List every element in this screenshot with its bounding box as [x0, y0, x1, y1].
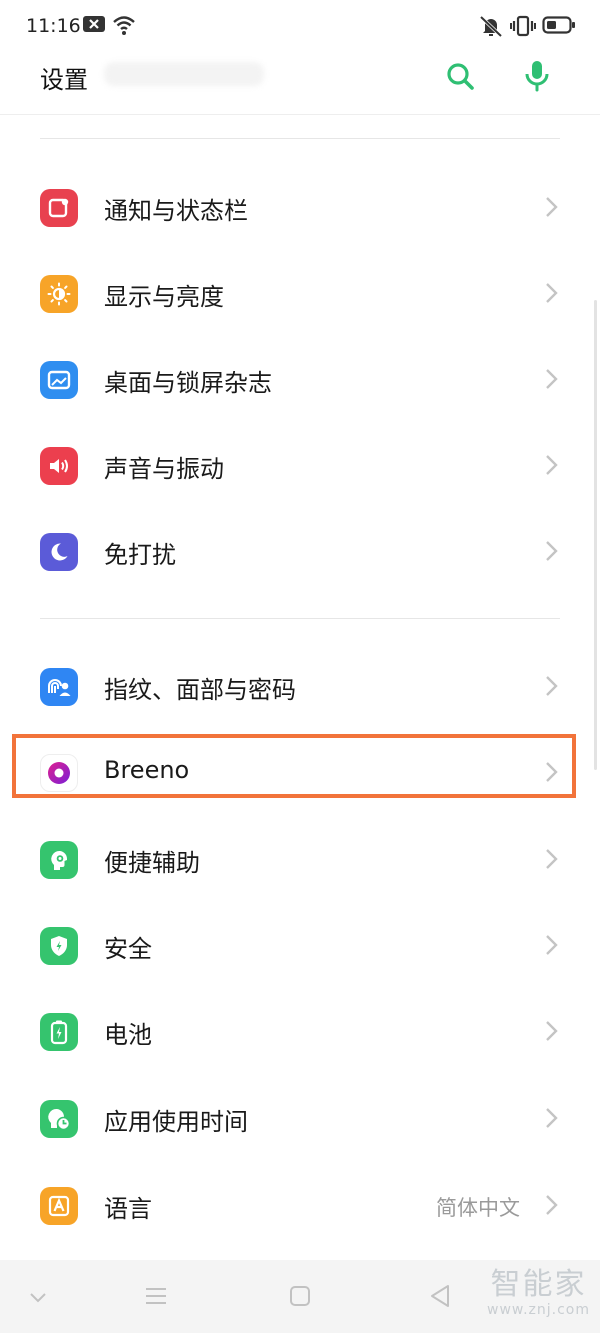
settings-item-notification[interactable]: 通知与状态栏 — [0, 164, 600, 250]
mute-icon — [478, 14, 504, 42]
nav-home-button[interactable] — [282, 1280, 318, 1316]
back-icon — [429, 1284, 451, 1312]
moon-icon — [40, 533, 78, 571]
language-value: 简体中文 — [436, 1196, 520, 1220]
speaker-icon — [40, 447, 78, 485]
chevron-right-icon — [540, 368, 562, 390]
settings-item-wallpaper[interactable]: 桌面与锁屏杂志 — [0, 336, 600, 422]
settings-item-label: 安全 — [104, 935, 152, 963]
search-icon — [445, 61, 475, 95]
battery-status-icon — [542, 14, 576, 40]
battery-icon — [40, 1013, 78, 1051]
settings-item-usage-time[interactable]: 应用使用时间 — [0, 1075, 600, 1161]
watermark-url: www.znj.com — [487, 1302, 590, 1318]
settings-item-label: Breeno — [104, 756, 190, 784]
blurred-region — [104, 62, 264, 86]
chevron-down-icon — [29, 1289, 47, 1308]
settings-item-label: 免打扰 — [104, 541, 176, 569]
settings-item-label: 桌面与锁屏杂志 — [104, 369, 272, 397]
wifi-icon — [112, 14, 136, 40]
usage-time-icon — [40, 1100, 78, 1138]
voice-search-button[interactable] — [517, 58, 557, 98]
microphone-icon — [523, 59, 551, 97]
settings-item-label: 显示与亮度 — [104, 283, 224, 311]
settings-item-label: 指纹、面部与密码 — [104, 676, 296, 704]
chevron-right-icon — [540, 848, 562, 870]
chevron-right-icon — [540, 1194, 562, 1216]
chevron-right-icon — [540, 196, 562, 218]
settings-item-assist[interactable]: 便捷辅助 — [0, 816, 600, 902]
wallpaper-icon — [40, 361, 78, 399]
chevron-right-icon — [540, 675, 562, 697]
status-time: 11:16 — [26, 15, 81, 37]
chevron-right-icon — [540, 1107, 562, 1129]
chevron-right-icon — [540, 454, 562, 476]
breeno-icon — [40, 754, 78, 792]
chevron-right-icon — [540, 1020, 562, 1042]
settings-item-sound[interactable]: 声音与振动 — [0, 422, 600, 508]
settings-item-do-not-disturb[interactable]: 免打扰 — [0, 508, 600, 594]
shield-icon — [40, 927, 78, 965]
header: 设置 — [0, 52, 600, 115]
navigation-bar: 智能家 www.znj.com — [0, 1260, 600, 1333]
settings-item-label: 便捷辅助 — [104, 849, 200, 877]
assist-icon — [40, 841, 78, 879]
home-icon — [289, 1285, 311, 1311]
status-bar: 11:16 — [0, 0, 600, 52]
brightness-icon — [40, 275, 78, 313]
page-title: 设置 — [40, 66, 88, 94]
settings-item-language[interactable]: 语言 简体中文 — [0, 1162, 600, 1248]
fingerprint-icon — [40, 668, 78, 706]
notification-icon — [40, 189, 78, 227]
notification-close-icon — [82, 14, 106, 38]
chevron-right-icon — [540, 540, 562, 562]
settings-item-breeno[interactable]: Breeno — [0, 729, 600, 815]
chevron-right-icon — [540, 934, 562, 956]
language-icon — [40, 1187, 78, 1225]
watermark: 智能家 www.znj.com — [487, 1267, 590, 1319]
settings-item-label: 电池 — [104, 1021, 152, 1049]
settings-item-display[interactable]: 显示与亮度 — [0, 250, 600, 336]
settings-item-security[interactable]: 安全 — [0, 902, 600, 988]
nav-collapse-button[interactable] — [20, 1280, 56, 1316]
nav-menu-button[interactable] — [138, 1280, 174, 1316]
settings-item-fingerprint[interactable]: 指纹、面部与密码 — [0, 643, 600, 729]
scrollbar[interactable] — [594, 300, 597, 770]
settings-item-label: 应用使用时间 — [104, 1108, 248, 1136]
nav-back-button[interactable] — [422, 1280, 458, 1316]
watermark-brand: 智能家 — [490, 1267, 587, 1302]
section-divider — [40, 618, 560, 619]
chevron-right-icon — [540, 282, 562, 304]
section-divider — [40, 138, 560, 139]
settings-item-label: 声音与振动 — [104, 455, 224, 483]
settings-item-battery[interactable]: 电池 — [0, 988, 600, 1074]
settings-item-label: 通知与状态栏 — [104, 197, 248, 225]
vibrate-icon — [510, 14, 536, 42]
menu-icon — [145, 1286, 167, 1310]
chevron-right-icon — [540, 761, 562, 783]
search-button[interactable] — [440, 58, 480, 98]
settings-item-label: 语言 — [104, 1195, 152, 1223]
